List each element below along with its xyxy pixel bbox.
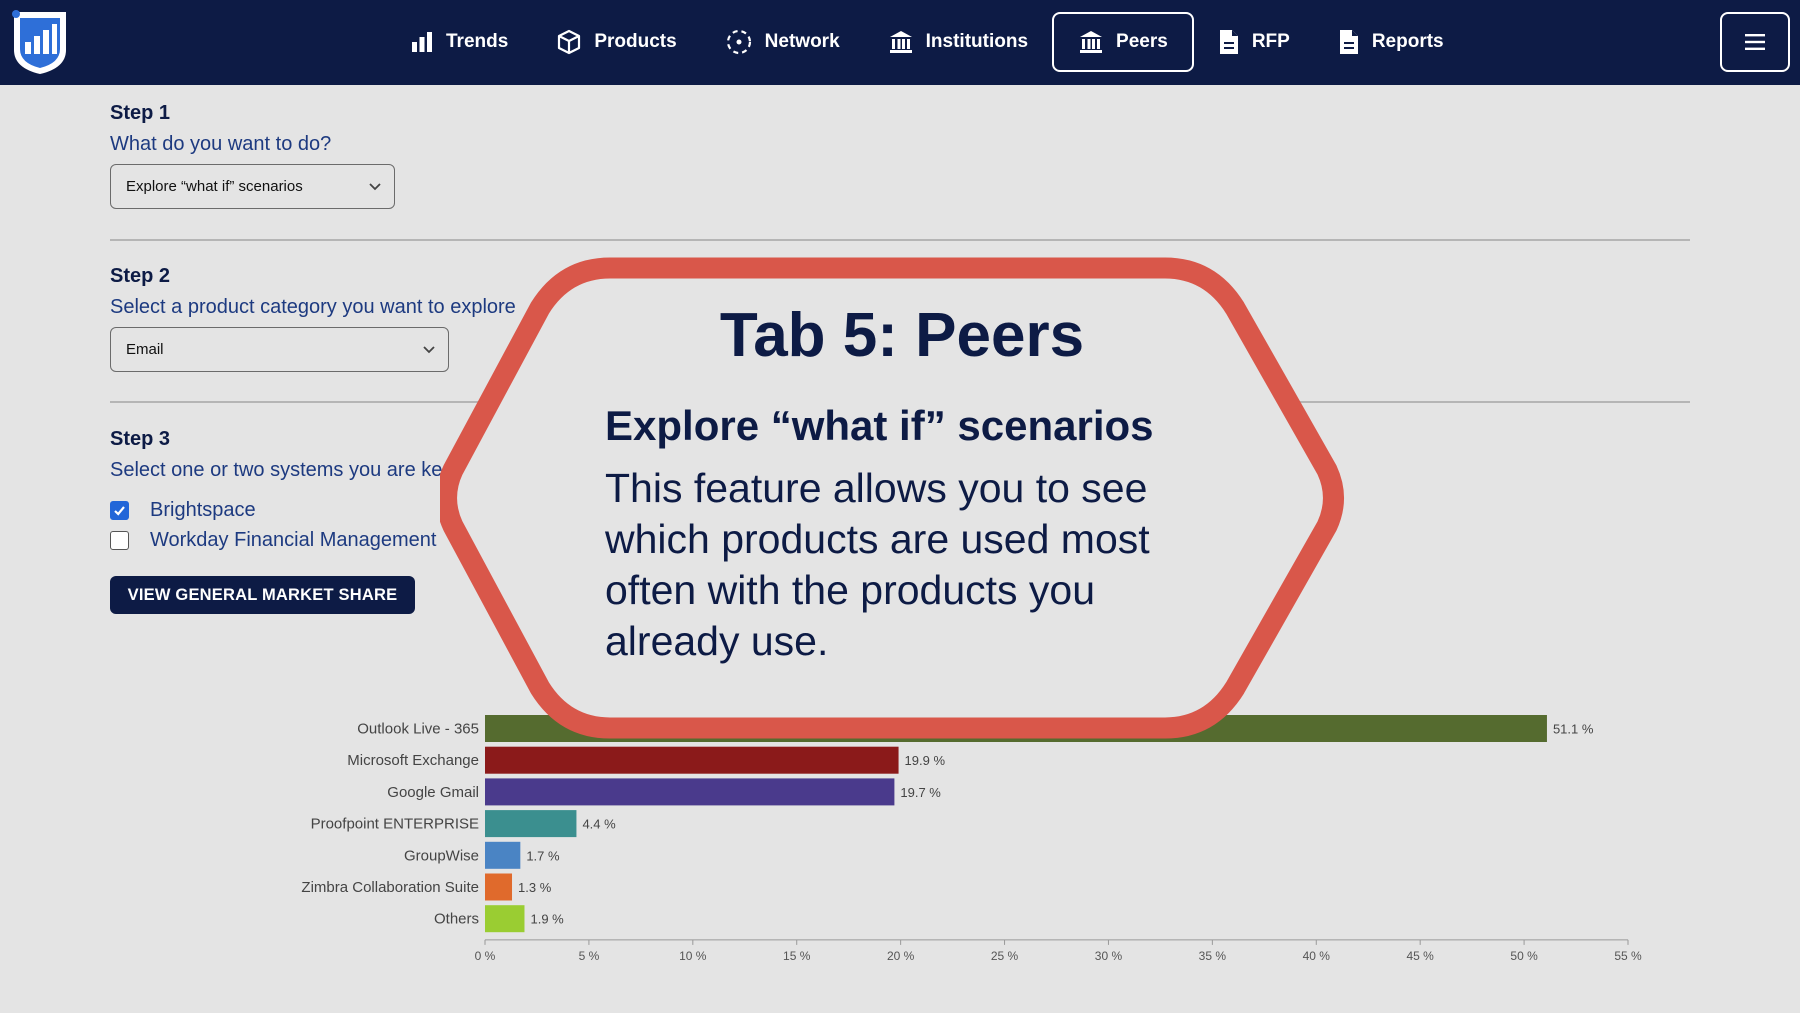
- checkmark-icon: [114, 506, 125, 516]
- chart-x-tick-label: 25 %: [991, 949, 1019, 963]
- chart-value-label: 1.3 %: [518, 880, 552, 895]
- chart-x-tick-label: 35 %: [1199, 949, 1227, 963]
- category-select[interactable]: Email: [110, 327, 449, 372]
- chevron-down-icon: [423, 346, 435, 354]
- nav-tab-products[interactable]: Products: [532, 12, 700, 72]
- chart-bar: [485, 841, 521, 869]
- nav-tab-label: Products: [594, 31, 677, 52]
- chart-value-label: 1.7 %: [526, 848, 560, 863]
- nav-tab-label: Trends: [446, 31, 509, 52]
- nav-tab-rfp[interactable]: RFP: [1194, 12, 1314, 72]
- menu-button[interactable]: [1720, 12, 1790, 72]
- document-icon: [1339, 30, 1358, 54]
- step2-title: Step 2: [110, 265, 171, 287]
- app-logo-icon[interactable]: [8, 6, 72, 78]
- top-navbar: Trends Products Network Institutions Pee…: [0, 0, 1800, 85]
- network-icon: [726, 29, 751, 55]
- nav-tab-network[interactable]: Network: [701, 12, 864, 72]
- institution-icon: [889, 31, 912, 53]
- chart-value-label: 4.4 %: [582, 817, 616, 832]
- action-select[interactable]: Explore “what if” scenarios: [110, 164, 395, 209]
- callout-body: This feature allows you to see which pro…: [605, 465, 1150, 664]
- nav-tab-label: Network: [764, 31, 840, 52]
- chart-category-label: Zimbra Collaboration Suite: [301, 879, 479, 896]
- chart-category-label: Google Gmail: [387, 784, 479, 801]
- step3-title: Step 3: [110, 428, 171, 450]
- chart-x-tick-label: 10 %: [679, 949, 707, 963]
- chart-x-tick-label: 5 %: [579, 949, 600, 963]
- callout-subtitle: Explore “what if” scenarios: [605, 402, 1154, 449]
- chart-x-tick-label: 40 %: [1303, 949, 1331, 963]
- nav-tab-label: RFP: [1251, 31, 1290, 52]
- nav-tab-reports[interactable]: Reports: [1314, 12, 1468, 72]
- step1-title: Step 1: [110, 102, 171, 124]
- hamburger-icon: [1745, 34, 1765, 50]
- chart-value-label: 1.9 %: [530, 912, 564, 927]
- chart-value-label: 51.1 %: [1553, 722, 1594, 737]
- chart-category-label: Others: [434, 911, 479, 928]
- chart-bar: [485, 778, 895, 806]
- chart-x-tick-label: 0 %: [475, 949, 496, 963]
- chart-x-tick-label: 45 %: [1407, 949, 1435, 963]
- chart-bar: [485, 905, 525, 933]
- nav-tab-trends[interactable]: Trends: [386, 12, 532, 72]
- bar-chart-icon: [412, 32, 432, 52]
- chart-x-tick-label: 15 %: [783, 949, 811, 963]
- checkbox-workday[interactable]: [110, 531, 129, 550]
- system-option-brightspace[interactable]: Brightspace: [110, 499, 256, 522]
- chart-category-label: Proofpoint ENTERPRISE: [311, 816, 479, 833]
- chart-value-label: 19.7 %: [900, 785, 941, 800]
- nav-tab-institutions[interactable]: Institutions: [864, 12, 1052, 72]
- chart-bar: [485, 810, 577, 838]
- nav-tab-label: Peers: [1116, 31, 1168, 52]
- system-option-label: Brightspace: [150, 499, 256, 521]
- nav-tab-label: Reports: [1371, 31, 1444, 52]
- system-option-label: Workday Financial Management: [150, 529, 437, 551]
- step1-question: What do you want to do?: [110, 133, 332, 155]
- system-option-workday[interactable]: Workday Financial Management: [110, 529, 436, 552]
- category-select-value: Email: [126, 341, 164, 358]
- chart-bar: [485, 873, 513, 901]
- nav-tab-label: Institutions: [925, 31, 1029, 52]
- chart-x-tick-label: 55 %: [1614, 949, 1642, 963]
- step3-question: Select one or two systems you are ke: [110, 459, 443, 481]
- action-select-value: Explore “what if” scenarios: [126, 178, 303, 195]
- nav-tab-peers[interactable]: Peers: [1052, 12, 1194, 72]
- chevron-down-icon: [369, 183, 381, 191]
- document-icon: [1219, 30, 1238, 54]
- view-market-share-button[interactable]: VIEW GENERAL MARKET SHARE: [110, 576, 415, 614]
- cube-icon: [558, 29, 581, 55]
- chart-x-tick-label: 20 %: [887, 949, 915, 963]
- divider: [110, 239, 1690, 241]
- callout-title: Tab 5: Peers: [719, 301, 1085, 370]
- chart-x-tick-label: 50 %: [1510, 949, 1538, 963]
- chart-category-label: GroupWise: [404, 847, 479, 864]
- chart-x-tick-label: 30 %: [1095, 949, 1123, 963]
- checkbox-brightspace[interactable]: [110, 501, 129, 520]
- institution-icon: [1080, 31, 1103, 53]
